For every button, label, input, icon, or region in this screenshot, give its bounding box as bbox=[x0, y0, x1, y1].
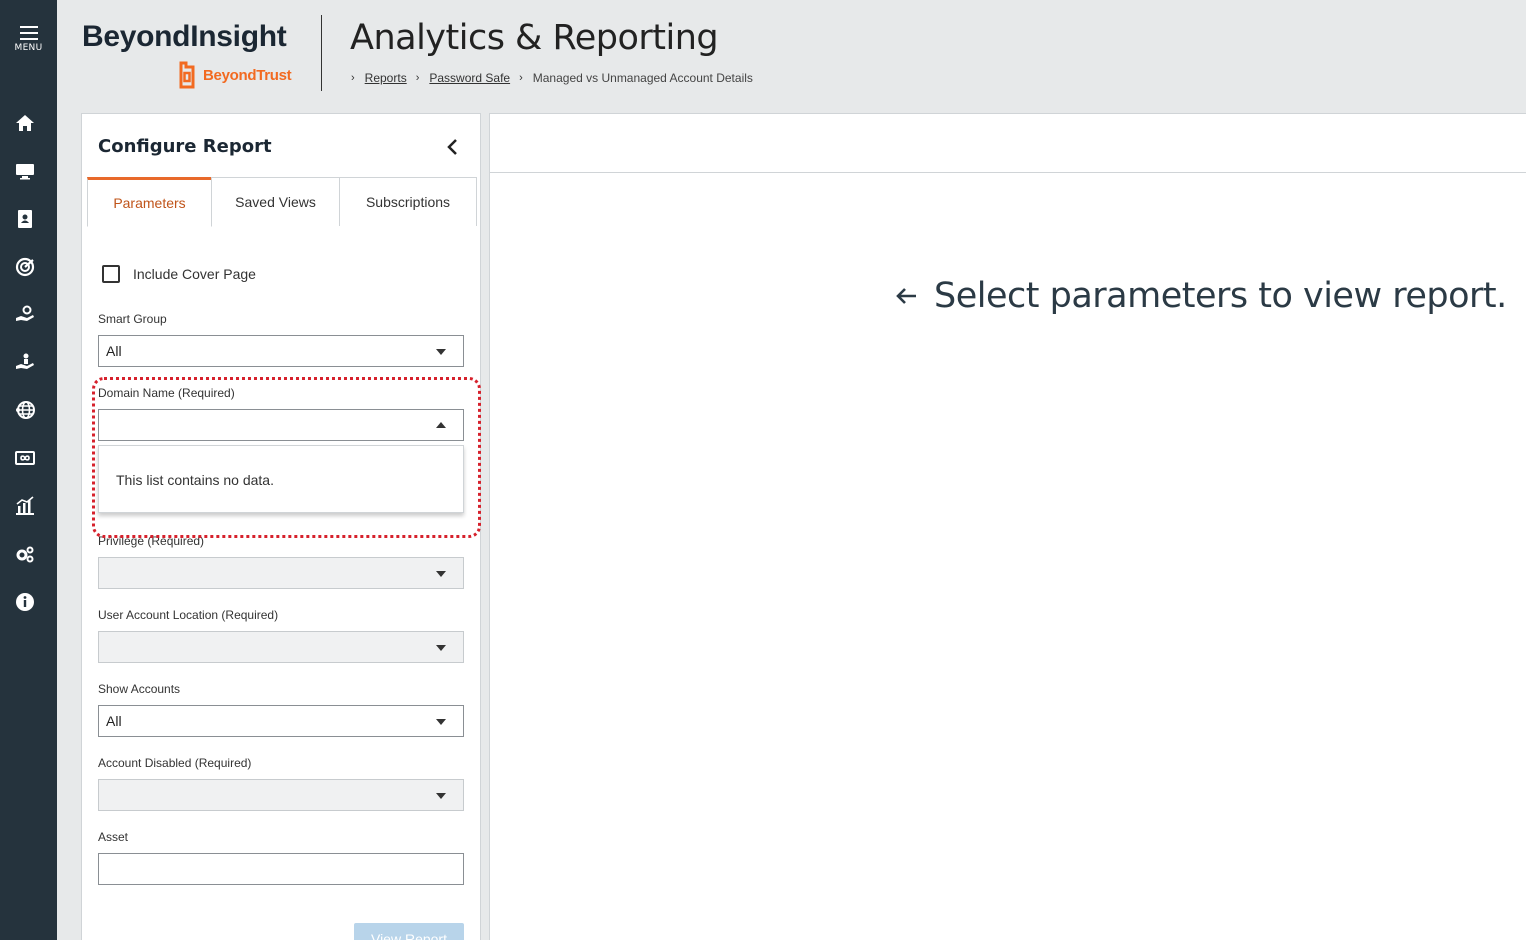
tab-subscriptions[interactable]: Subscriptions bbox=[339, 177, 477, 226]
page-title: Analytics & Reporting bbox=[350, 18, 719, 58]
show-accounts-label: Show Accounts bbox=[98, 682, 181, 696]
address-book-icon[interactable] bbox=[14, 208, 36, 230]
privilege-label: Privilege (Required) bbox=[98, 534, 205, 548]
info-icon[interactable] bbox=[14, 591, 36, 613]
breadcrumb-current: Managed vs Unmanaged Account Details bbox=[532, 71, 753, 85]
radar-icon[interactable] bbox=[14, 256, 36, 278]
side-nav: MENU bbox=[0, 0, 57, 940]
beyondtrust-logo-icon bbox=[179, 61, 195, 89]
privilege-select[interactable] bbox=[98, 557, 464, 589]
smart-group-label: Smart Group bbox=[98, 312, 167, 326]
user-account-location-select[interactable] bbox=[98, 631, 464, 663]
hand-person-icon[interactable] bbox=[14, 351, 36, 373]
smart-group-select[interactable]: All bbox=[98, 335, 464, 367]
breadcrumb-password-safe-link[interactable]: Password Safe bbox=[429, 71, 510, 85]
beyondtrust-logo: BeyondTrust bbox=[177, 61, 292, 89]
caret-down-icon bbox=[436, 349, 446, 355]
view-report-button[interactable]: View Report bbox=[354, 923, 464, 940]
account-disabled-select[interactable] bbox=[98, 779, 464, 811]
asset-label: Asset bbox=[98, 830, 129, 844]
caret-down-icon bbox=[436, 793, 446, 799]
monitor-icon[interactable] bbox=[14, 160, 36, 182]
user-account-location-label: User Account Location (Required) bbox=[98, 608, 279, 622]
arrow-left-icon bbox=[896, 288, 916, 304]
home-icon[interactable] bbox=[14, 112, 36, 134]
hand-gear-icon[interactable] bbox=[14, 303, 36, 325]
chevron-right-icon: › bbox=[519, 72, 523, 84]
include-cover-page-checkbox[interactable] bbox=[102, 265, 120, 283]
gears-icon[interactable] bbox=[14, 543, 36, 565]
chart-icon[interactable] bbox=[14, 495, 36, 517]
header-divider bbox=[321, 15, 322, 91]
report-toolbar bbox=[490, 114, 1526, 173]
domain-name-dropdown-list: This list contains no data. bbox=[98, 445, 464, 513]
account-disabled-label: Account Disabled (Required) bbox=[98, 756, 252, 770]
include-cover-page-row: Include Cover Page bbox=[102, 265, 256, 283]
caret-up-icon bbox=[436, 422, 446, 428]
empty-list-message: This list contains no data. bbox=[116, 472, 274, 488]
breadcrumb: › Reports › Password Safe › Managed vs U… bbox=[351, 71, 753, 85]
show-accounts-select[interactable]: All bbox=[98, 705, 464, 737]
hamburger-icon bbox=[19, 26, 38, 40]
configure-report-panel: Configure Report Parameters Saved Views … bbox=[81, 113, 481, 940]
panel-title: Configure Report bbox=[98, 136, 272, 157]
tab-parameters[interactable]: Parameters bbox=[87, 177, 212, 227]
chevron-right-icon: › bbox=[415, 72, 420, 84]
page-header: BeyondInsight BeyondTrust Analytics & Re… bbox=[57, 0, 1526, 113]
breadcrumb-reports-link[interactable]: Reports bbox=[365, 71, 407, 85]
caret-down-icon bbox=[436, 571, 446, 577]
infinity-card-icon[interactable] bbox=[14, 447, 36, 469]
brand-name: BeyondInsight bbox=[82, 20, 287, 53]
menu-button[interactable]: MENU bbox=[0, 20, 57, 60]
asset-input[interactable] bbox=[98, 853, 464, 885]
tab-saved-views[interactable]: Saved Views bbox=[211, 177, 340, 226]
menu-label: MENU bbox=[14, 43, 43, 53]
show-accounts-value: All bbox=[106, 713, 122, 729]
collapse-panel-button[interactable] bbox=[442, 136, 462, 158]
report-viewer: Select parameters to view report. bbox=[489, 113, 1526, 940]
include-cover-page-label[interactable]: Include Cover Page bbox=[133, 266, 256, 282]
report-placeholder: Select parameters to view report. bbox=[894, 276, 1507, 316]
chevron-right-icon: › bbox=[351, 72, 355, 84]
smart-group-value: All bbox=[106, 343, 122, 359]
domain-name-select[interactable] bbox=[98, 409, 464, 441]
caret-down-icon bbox=[436, 719, 446, 725]
globe-icon[interactable] bbox=[14, 399, 36, 421]
caret-down-icon bbox=[436, 645, 446, 651]
report-placeholder-text: Select parameters to view report. bbox=[934, 276, 1507, 316]
chevron-left-icon bbox=[447, 139, 457, 155]
config-tabs: Parameters Saved Views Subscriptions bbox=[87, 177, 477, 227]
domain-name-label: Domain Name (Required) bbox=[98, 386, 235, 400]
logo-text: BeyondTrust bbox=[203, 66, 292, 84]
